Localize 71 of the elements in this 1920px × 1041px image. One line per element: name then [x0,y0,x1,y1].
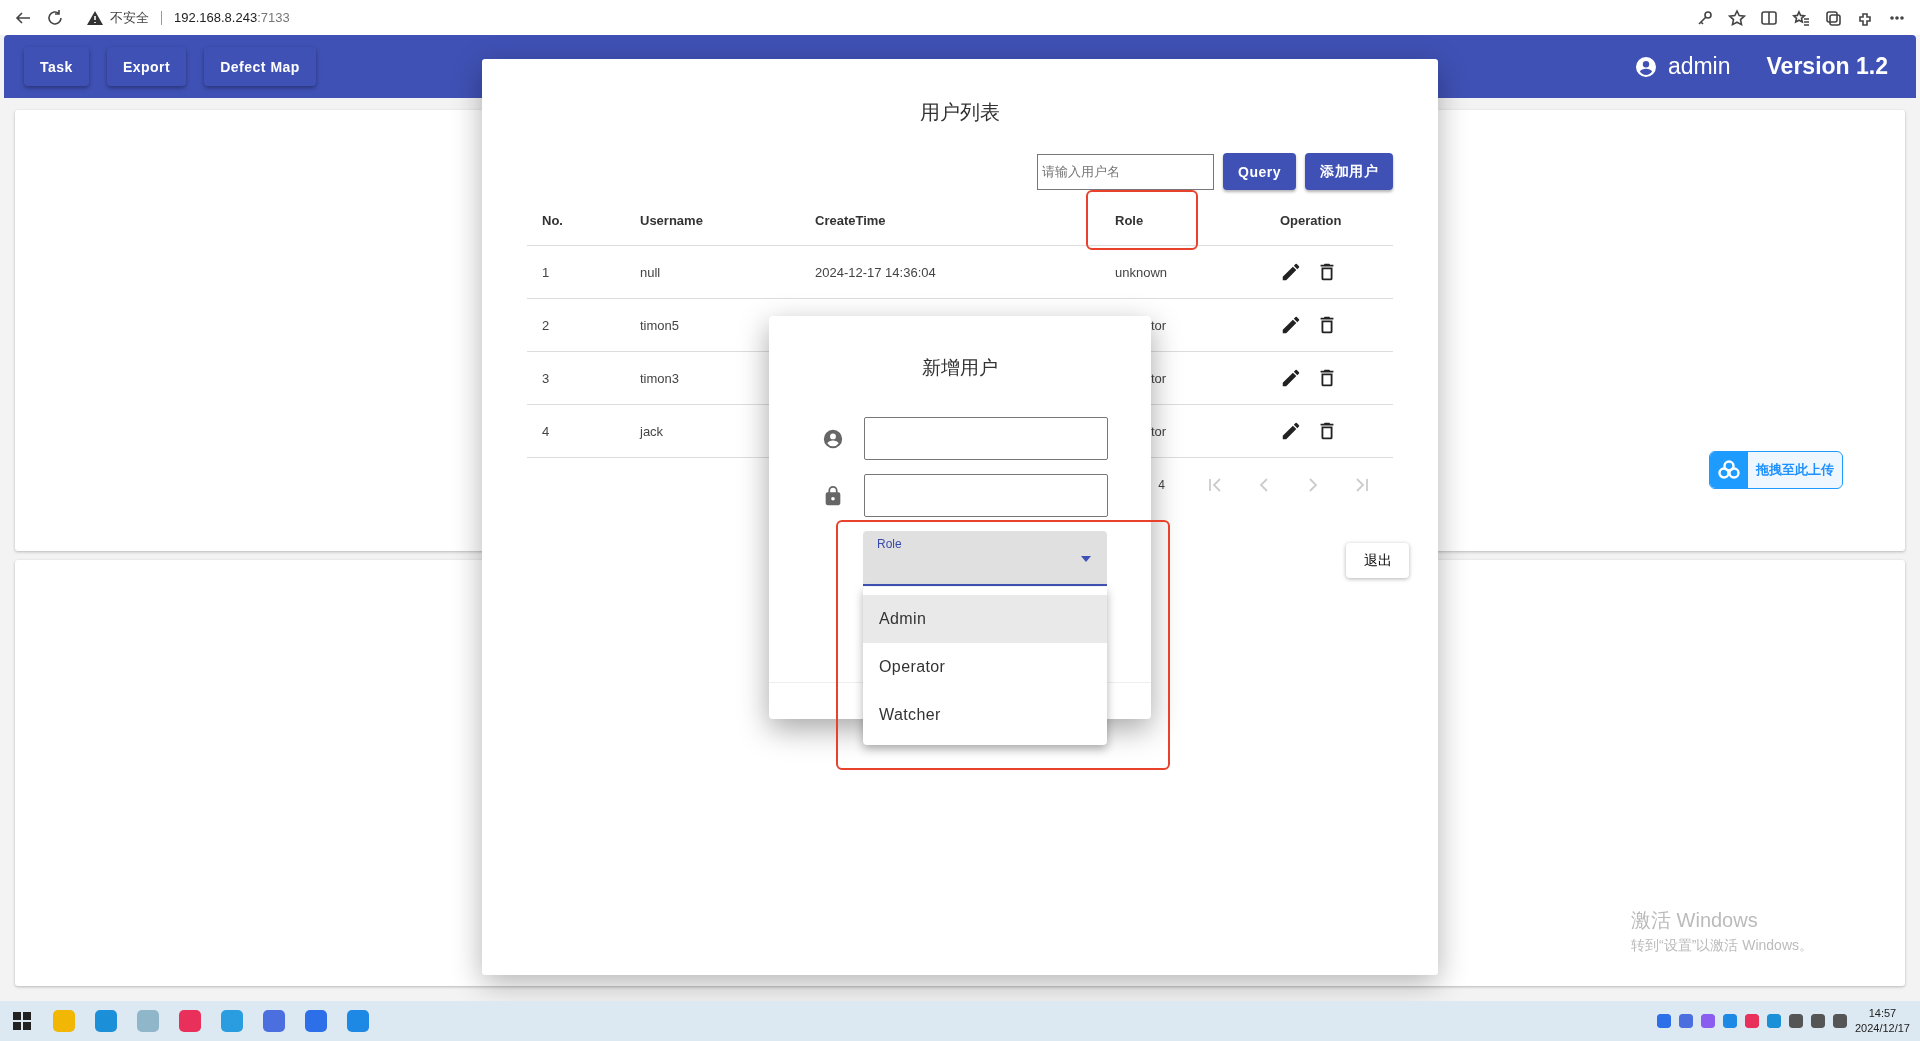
edit-icon[interactable] [1280,367,1302,389]
dropdown-caret-icon [1081,556,1091,562]
tray-icon[interactable] [1810,1014,1825,1028]
split-screen-icon[interactable] [1760,8,1778,27]
tray-icon[interactable] [1722,1014,1737,1028]
query-button[interactable]: Query [1223,153,1296,190]
app-icon[interactable] [94,1009,118,1033]
table-cell-text: 2 [541,317,551,333]
app-icon[interactable] [304,1009,328,1033]
windows-start-icon[interactable] [10,1009,34,1033]
user-name: admin [1667,53,1731,80]
tray-icon[interactable] [1700,1014,1715,1028]
table-cell-text: timon5 [639,317,681,333]
nav-button[interactable]: Export [106,47,187,86]
dialog-title: 新增用户 [921,356,999,380]
tray-icon[interactable] [1656,1014,1671,1028]
exit-button[interactable]: 退出 [1346,543,1409,578]
tray-icon[interactable] [1678,1014,1693,1028]
menu-item[interactable]: Watcher [863,691,1107,739]
tray-icon[interactable] [1766,1014,1781,1028]
tray-icon[interactable] [1788,1014,1803,1028]
table-cell-text: timon3 [639,370,681,386]
menu-item[interactable]: Admin [863,595,1107,643]
favorites-icon[interactable] [1792,8,1810,27]
version-label: Version 1.2 [1766,53,1888,80]
clock-date[interactable]: 2024/12/17 [1854,1021,1910,1036]
tray-icon[interactable] [1744,1014,1759,1028]
table-cell-text: null [639,264,662,280]
dialog-title: 用户列表 [919,100,1001,125]
table-cell-text: 2024-12-17 14:36:04 [814,264,937,280]
role-select[interactable]: Role [863,531,1107,586]
favorite-star-icon[interactable] [1728,8,1746,27]
username-field[interactable] [864,417,1108,460]
activation-hint: 转到“设置”以激活 Windows。 [1631,937,1813,955]
column-header: Role [1100,213,1265,228]
table-cell-text: tor [1150,423,1168,439]
activation-title: 激活 Windows [1631,908,1759,933]
collections-icon[interactable] [1824,8,1842,27]
password-field[interactable] [864,474,1108,517]
page-range: 4 [1158,478,1165,492]
nav-button[interactable]: Defect Map [204,47,316,86]
table-cell-text: 3 [541,370,551,386]
edit-icon[interactable] [1280,314,1302,336]
clock-time[interactable]: 14:57 [1854,1006,1910,1021]
app-icon[interactable] [178,1009,202,1033]
add-user-button[interactable]: 添加用户 [1305,153,1393,190]
column-header: Operation [1279,213,1343,228]
edit-icon[interactable] [1280,420,1302,442]
column-header: No. [541,213,564,228]
table-cell-text: unknown [1114,264,1169,280]
table-cell-text: tor [1150,317,1168,333]
user-icon [822,427,844,450]
app-icon[interactable] [346,1009,370,1033]
tray-icon[interactable] [1832,1014,1847,1028]
cloud-icon [1717,460,1741,480]
menu-item[interactable]: Operator [863,643,1107,691]
app-icon[interactable] [262,1009,286,1033]
nav-button[interactable]: Task [24,47,89,86]
table-cell-text: 4 [541,423,551,439]
key-icon[interactable] [1696,8,1714,27]
address-bar-url[interactable]: 192.168.8.243:7133 [174,10,290,25]
reload-icon[interactable] [46,8,64,27]
table-cell-text: jack [638,423,665,439]
table-cell-text: 1 [541,264,551,280]
account-icon[interactable] [1633,54,1658,79]
security-label[interactable]: 不安全 [110,8,149,27]
table-cell-text: tor [1150,370,1168,386]
column-header: CreateTime [814,213,887,228]
column-header: Username [639,213,704,228]
search-field[interactable]: 请输入用户名 [1037,153,1215,190]
edit-icon[interactable] [1280,261,1302,283]
